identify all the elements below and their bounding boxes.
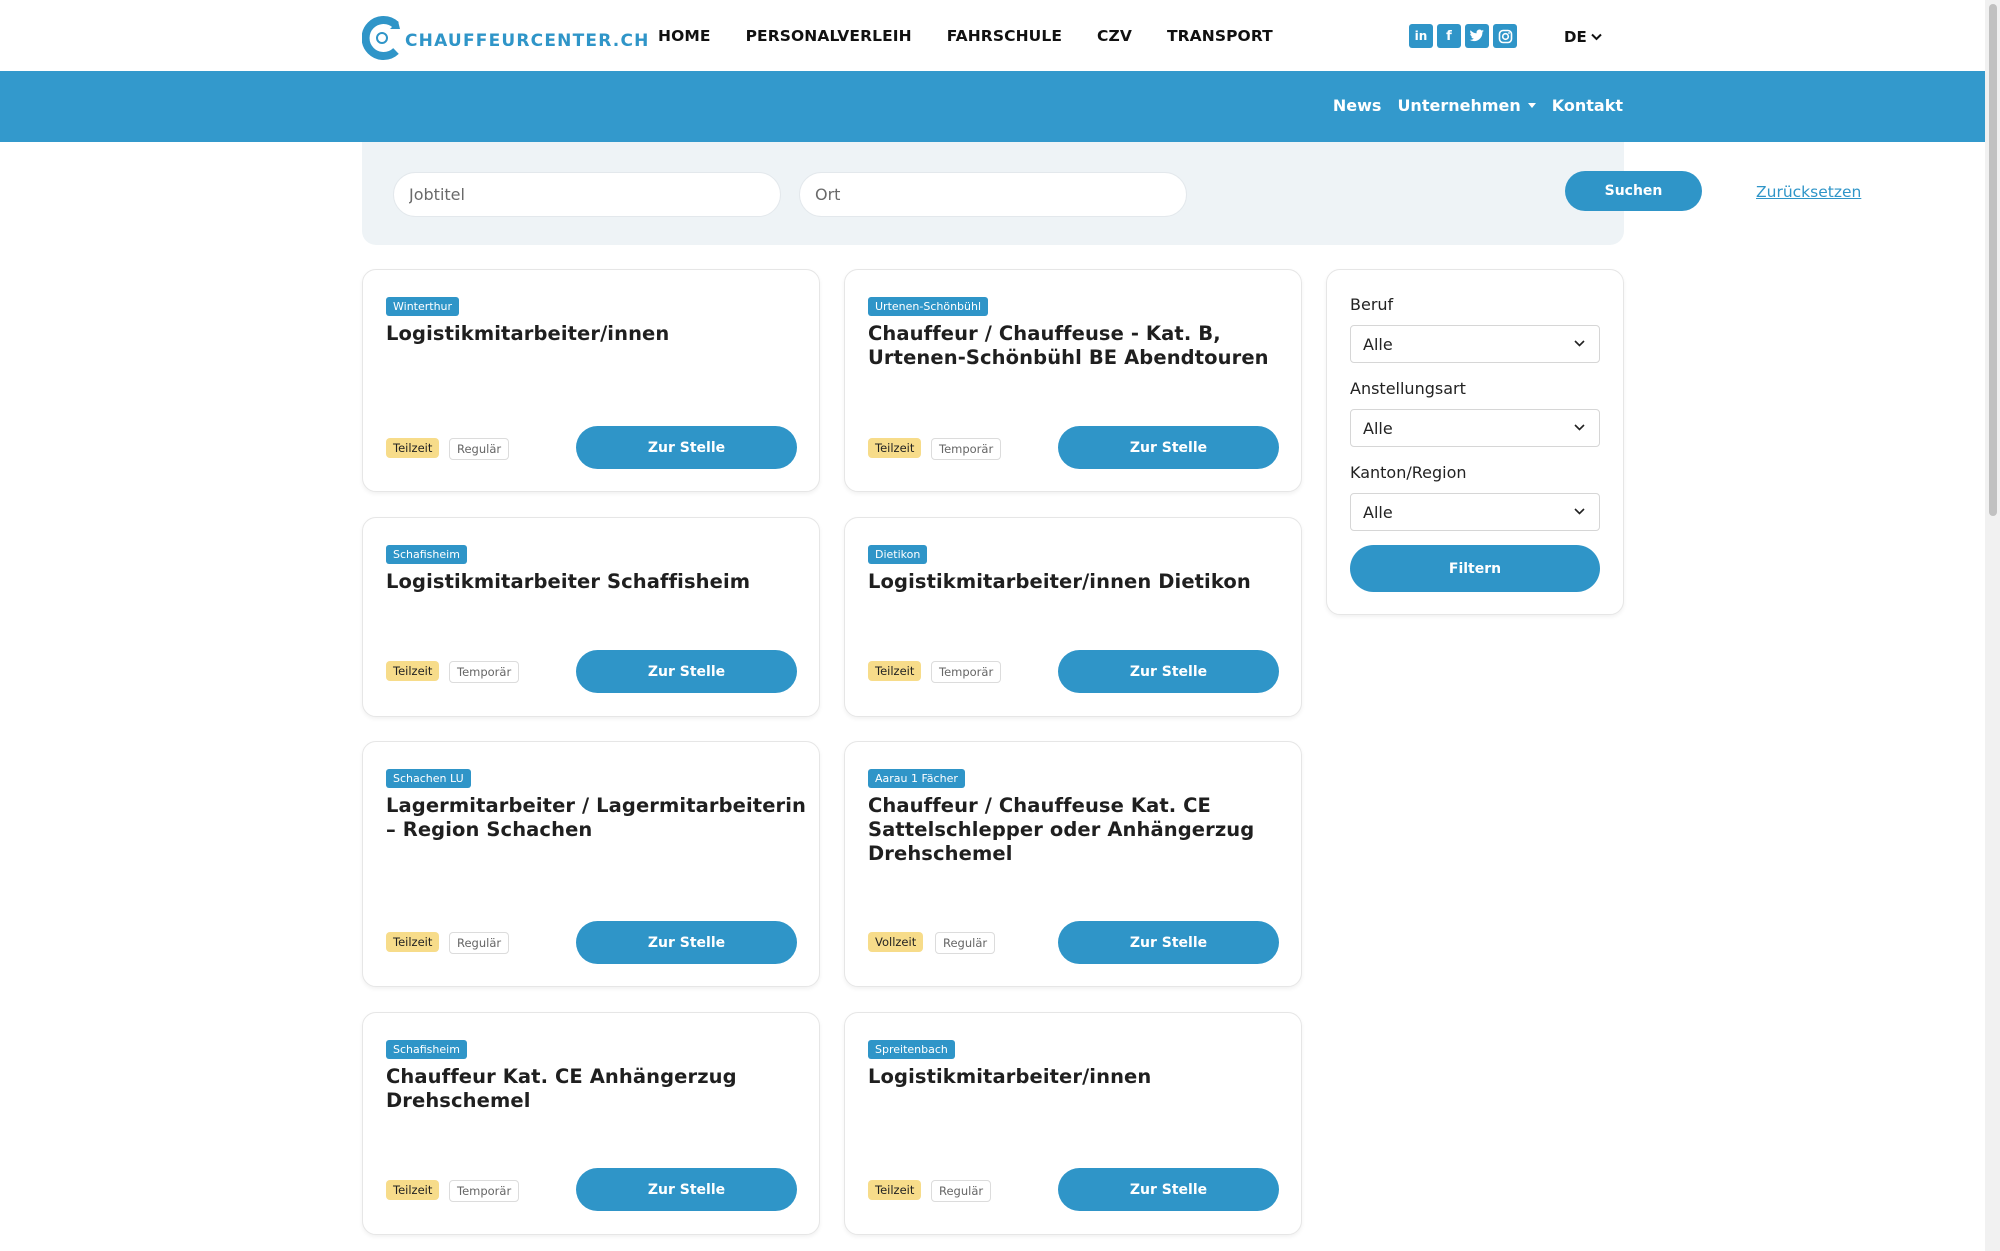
employment-type-tag: Regulär xyxy=(931,1180,992,1202)
job-title[interactable]: Logistikmitarbeiter/innen xyxy=(386,322,806,346)
workload-tag: Teilzeit xyxy=(386,1180,440,1200)
location-badge: Spreitenbach xyxy=(868,1040,955,1059)
nav-personalverleih[interactable]: PERSONALVERLEIH xyxy=(746,27,912,45)
sub-navbar: News Unternehmen Kontakt xyxy=(0,71,1985,142)
employment-filter-label: Anstellungsart xyxy=(1350,379,1466,398)
workload-tag: Teilzeit xyxy=(386,661,440,681)
workload-tag: Teilzeit xyxy=(868,438,922,458)
view-job-button[interactable]: Zur Stelle xyxy=(1058,921,1279,964)
employment-select[interactable]: Alle xyxy=(1350,409,1600,447)
social-links: in f xyxy=(1409,24,1521,48)
region-filter-label: Kanton/Region xyxy=(1350,463,1467,482)
subnav-news[interactable]: News xyxy=(1333,96,1382,115)
workload-tag: Teilzeit xyxy=(386,438,440,458)
nav-home[interactable]: HOME xyxy=(658,27,711,45)
nav-transport[interactable]: TRANSPORT xyxy=(1167,27,1273,45)
subnav-contact-label: Kontakt xyxy=(1551,96,1623,115)
location-badge: Aarau 1 Fächer xyxy=(868,769,965,788)
facebook-icon[interactable]: f xyxy=(1437,24,1461,48)
job-title[interactable]: Logistikmitarbeiter/innen Dietikon xyxy=(868,570,1288,594)
main-nav: HOME PERSONALVERLEIH FAHRSCHULE CZV TRAN… xyxy=(658,27,1308,45)
employment-type-tag: Temporär xyxy=(449,661,520,683)
jobtitle-search-input[interactable] xyxy=(393,172,781,217)
job-card: Spreitenbach Logistikmitarbeiter/innen T… xyxy=(844,1012,1302,1235)
job-card: Schafisheim Chauffeur Kat. CE Anhängerzu… xyxy=(362,1012,820,1235)
employment-type-tag: Temporär xyxy=(449,1180,520,1202)
top-navbar: CHAUFFEURCENTER.CH HOME PERSONALVERLEIH … xyxy=(0,0,1985,71)
view-job-button[interactable]: Zur Stelle xyxy=(576,650,797,693)
filter-panel: Beruf Alle Anstellungsart Alle Kanton/Re… xyxy=(1326,269,1624,615)
instagram-icon[interactable] xyxy=(1493,24,1517,48)
chevron-down-icon xyxy=(1574,508,1585,515)
employment-select-value: Alle xyxy=(1363,418,1393,438)
profession-filter-label: Beruf xyxy=(1350,295,1394,314)
subnav-company-dropdown[interactable]: Unternehmen xyxy=(1397,96,1536,115)
secondary-nav: News Unternehmen Kontakt xyxy=(1317,96,1623,115)
nav-fahrschule[interactable]: FAHRSCHULE xyxy=(947,27,1062,45)
region-select[interactable]: Alle xyxy=(1350,493,1600,531)
scrollbar-thumb[interactable] xyxy=(1989,4,1997,516)
workload-tag: Vollzeit xyxy=(868,932,924,952)
reset-link[interactable]: Zurücksetzen xyxy=(1756,183,1861,201)
job-title[interactable]: Chauffeur Kat. CE Anhängerzug Drehscheme… xyxy=(386,1065,806,1113)
chevron-down-icon xyxy=(1574,340,1585,347)
job-card: Dietikon Logistikmitarbeiter/innen Dieti… xyxy=(844,517,1302,717)
location-badge: Schafisheim xyxy=(386,1040,467,1059)
workload-tag: Teilzeit xyxy=(386,932,440,952)
chevron-down-icon xyxy=(1574,424,1585,431)
filter-button[interactable]: Filtern xyxy=(1350,545,1600,592)
location-badge: Schachen LU xyxy=(386,769,471,788)
location-badge: Winterthur xyxy=(386,297,460,316)
employment-type-tag: Temporär xyxy=(931,438,1002,460)
job-title[interactable]: Lagermitarbeiter / Lagermitarbeiterin – … xyxy=(386,794,806,842)
location-badge: Urtenen-Schönbühl xyxy=(868,297,989,316)
subnav-contact[interactable]: Kontakt xyxy=(1552,96,1623,115)
job-title[interactable]: Logistikmitarbeiter/innen xyxy=(868,1065,1288,1089)
job-search-panel: Suchen Zurücksetzen xyxy=(362,142,1861,245)
language-selector[interactable]: DE xyxy=(1564,28,1602,46)
workload-tag: Teilzeit xyxy=(868,1180,922,1200)
brand-name: CHAUFFEURCENTER.CH xyxy=(405,31,650,51)
employment-type-tag: Regulär xyxy=(935,932,996,954)
caret-down-icon xyxy=(1527,103,1536,108)
region-select-value: Alle xyxy=(1363,502,1393,522)
twitter-icon[interactable] xyxy=(1465,24,1489,48)
job-title[interactable]: Logistikmitarbeiter Schaffisheim xyxy=(386,570,806,594)
profession-select[interactable]: Alle xyxy=(1350,325,1600,363)
location-badge: Schafisheim xyxy=(386,545,467,564)
view-job-button[interactable]: Zur Stelle xyxy=(1058,650,1279,693)
job-card: Urtenen-Schönbühl Chauffeur / Chauffeuse… xyxy=(844,269,1302,492)
view-job-button[interactable]: Zur Stelle xyxy=(1058,426,1279,469)
logo-c-icon xyxy=(361,15,402,61)
workload-tag: Teilzeit xyxy=(868,661,922,681)
employment-type-tag: Regulär xyxy=(449,438,510,460)
job-card: Schachen LU Lagermitarbeiter / Lagermita… xyxy=(362,741,820,987)
profession-select-value: Alle xyxy=(1363,334,1393,354)
location-search-input[interactable] xyxy=(799,172,1187,217)
job-card: Schafisheim Logistikmitarbeiter Schaffis… xyxy=(362,517,820,717)
job-title[interactable]: Chauffeur / Chauffeuse Kat. CE Sattelsch… xyxy=(868,794,1288,866)
brand-logo[interactable]: CHAUFFEURCENTER.CH xyxy=(361,15,650,61)
job-card: Winterthur Logistikmitarbeiter/innen Tei… xyxy=(362,269,820,492)
view-job-button[interactable]: Zur Stelle xyxy=(1058,1168,1279,1211)
job-title[interactable]: Chauffeur / Chauffeuse - Kat. B, Urtenen… xyxy=(868,322,1288,370)
search-button[interactable]: Suchen xyxy=(1565,171,1702,211)
job-card: Aarau 1 Fächer Chauffeur / Chauffeuse Ka… xyxy=(844,741,1302,987)
chevron-down-icon xyxy=(1590,33,1602,41)
linkedin-icon[interactable]: in xyxy=(1409,24,1433,48)
location-badge: Dietikon xyxy=(868,545,928,564)
employment-type-tag: Temporär xyxy=(931,661,1002,683)
language-label: DE xyxy=(1564,28,1587,46)
view-job-button[interactable]: Zur Stelle xyxy=(576,426,797,469)
nav-czv[interactable]: CZV xyxy=(1097,27,1132,45)
view-job-button[interactable]: Zur Stelle xyxy=(576,921,797,964)
view-job-button[interactable]: Zur Stelle xyxy=(576,1168,797,1211)
subnav-news-label: News xyxy=(1332,96,1382,115)
employment-type-tag: Regulär xyxy=(449,932,510,954)
subnav-company-label: Unternehmen xyxy=(1397,96,1521,115)
